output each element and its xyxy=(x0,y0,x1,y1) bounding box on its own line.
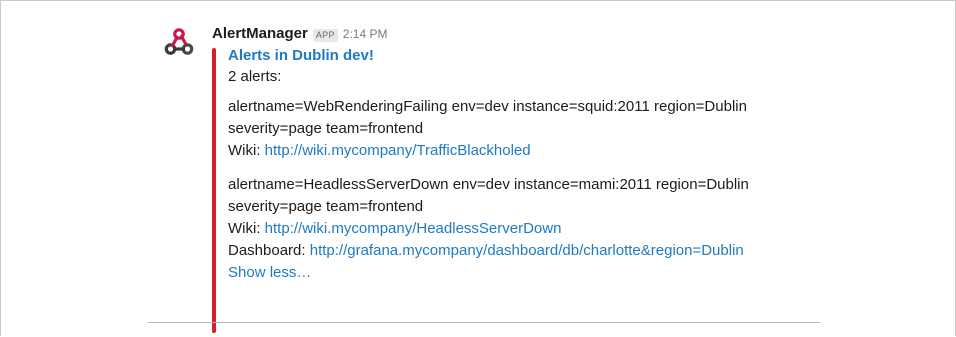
alert-2-labels: alertname=HeadlessServerDown env=dev ins… xyxy=(228,176,749,193)
message-content: AlertManager APP 2:14 PM Alerts in Dubli… xyxy=(212,24,852,333)
wiki-link[interactable]: http://wiki.mycompany/HeadlessServerDown xyxy=(265,220,562,237)
alert-1-labels: alertname=WebRenderingFailing env=dev in… xyxy=(228,98,747,115)
wiki-label: Wiki: xyxy=(228,220,261,237)
webhook-icon xyxy=(164,28,194,55)
show-less-row: Show less… xyxy=(228,262,852,284)
wiki-link[interactable]: http://wiki.mycompany/TrafficBlackholed xyxy=(265,142,531,159)
dashboard-link[interactable]: http://grafana.mycompany/dashboard/db/ch… xyxy=(310,242,744,259)
alert-1-wiki: Wiki: http://wiki.mycompany/TrafficBlack… xyxy=(228,140,852,162)
dashboard-label: Dashboard: xyxy=(228,242,306,259)
alert-summary: 2 alerts: xyxy=(228,68,282,85)
alert-2-severity: severity=page team=frontend xyxy=(228,198,424,215)
alert-1-severity: severity=page team=frontend xyxy=(228,120,424,137)
attachment-color-bar xyxy=(212,48,216,333)
show-less-link[interactable]: Show less… xyxy=(228,264,311,281)
app-badge: APP xyxy=(312,29,338,42)
alert-2-wiki: Wiki: http://wiki.mycompany/HeadlessServ… xyxy=(228,218,852,240)
message-header: AlertManager APP 2:14 PM xyxy=(212,24,852,44)
avatar[interactable] xyxy=(163,26,195,58)
alert-attachment: Alerts in Dublin dev! 2 alerts: alertnam… xyxy=(212,46,852,333)
alert-2-dashboard: Dashboard: http://grafana.mycompany/dash… xyxy=(228,240,852,262)
attachment-title-link[interactable]: Alerts in Dublin dev! xyxy=(228,46,852,66)
sender-name[interactable]: AlertManager xyxy=(212,24,308,44)
timestamp[interactable]: 2:14 PM xyxy=(343,24,388,44)
message-divider xyxy=(148,322,820,323)
wiki-label: Wiki: xyxy=(228,142,261,159)
